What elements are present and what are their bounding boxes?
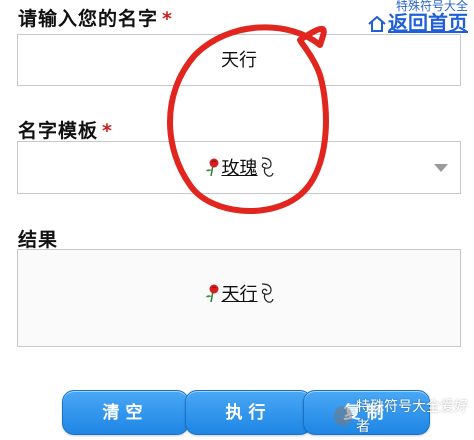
name-input-value: 天行 xyxy=(221,50,257,71)
result-text: 天行 xyxy=(221,284,258,305)
required-mark: * xyxy=(102,120,113,142)
caret-down-icon[interactable] xyxy=(434,164,448,172)
wechat-icon xyxy=(334,406,353,426)
result-value: 天行 xyxy=(18,280,460,309)
template-label: 名字模板 * xyxy=(18,116,113,143)
home-link[interactable]: 特殊符号大全 返回首页 xyxy=(368,0,468,36)
template-selected-option: 玫瑰 xyxy=(18,142,460,195)
home-icon xyxy=(368,14,386,36)
rose-icon xyxy=(204,145,220,198)
template-select[interactable]: 玫瑰 xyxy=(17,141,461,194)
name-input[interactable]: 天行 xyxy=(17,34,461,86)
execute-button[interactable]: 执行 xyxy=(185,390,312,435)
watermark-text: 特殊符号大全爱好者 xyxy=(356,399,469,435)
rose-icon xyxy=(204,283,220,308)
name-label-text: 请输入您的名字 xyxy=(18,8,159,30)
template-text: 玫瑰 xyxy=(221,158,258,179)
template-label-text: 名字模板 xyxy=(18,120,99,142)
swirl-icon xyxy=(259,282,275,309)
watermark: 特殊符号大全爱好者 xyxy=(330,399,474,435)
name-label: 请输入您的名字 * xyxy=(18,4,173,31)
home-link-text[interactable]: 返回首页 xyxy=(388,11,468,35)
result-textarea[interactable]: 天行 xyxy=(17,249,461,347)
clear-button[interactable]: 清空 xyxy=(62,390,189,435)
swirl-icon xyxy=(259,146,275,199)
required-mark: * xyxy=(162,8,173,30)
result-label: 结果 xyxy=(18,229,59,251)
